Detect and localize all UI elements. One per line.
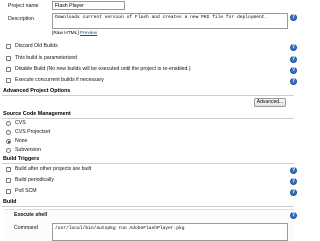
command-textarea[interactable]: /usr/local/bin/autopkg run AdobeFlashPla… [52,223,288,241]
help-icon[interactable]: ? [290,212,297,219]
help-icon[interactable]: ? [290,189,297,196]
trigger-periodically-checkbox[interactable] [6,178,11,183]
build-heading: Build [3,199,17,205]
help-icon[interactable]: ? [290,56,297,63]
help-icon[interactable]: ? [290,67,297,74]
scm-label-subversion: Subversion [15,147,41,153]
trigger-after-other-label: Build after other projects are built [15,166,92,172]
scm-label-none: None [15,138,28,144]
disable-build-label: Disable Build (No new builds will be exe… [15,66,191,72]
parameterized-label: This build is parameterized [15,55,77,61]
trigger-after-other-checkbox[interactable] [6,167,11,172]
disable-build-checkbox[interactable] [6,67,11,72]
project-name-input[interactable]: Flash Player [52,1,125,10]
concurrent-builds-label: Execute concurrent builds if necessary [15,77,104,83]
scm-radio-subversion[interactable] [6,148,11,153]
trigger-periodically-label: Build periodically [15,177,54,183]
discard-old-builds-label: Discard Old Builds [15,43,58,49]
trigger-poll-scm-label: Poll SCM [15,188,37,194]
execute-shell-title: Execute shell [14,212,48,218]
parameterized-checkbox[interactable] [6,56,11,61]
raw-html-links: [Raw HTML] Preview [52,31,97,36]
help-icon[interactable]: ? [290,178,297,185]
scm-radio-cvs-projectset[interactable] [6,130,11,135]
section-divider [2,95,294,96]
raw-html-label: [Raw HTML] [52,31,79,36]
description-textarea[interactable]: Downloads current version of Flash and c… [52,13,288,29]
scm-label-cvs-projectset: CVS Projectset [15,129,51,135]
concurrent-builds-checkbox[interactable] [6,78,11,83]
scm-label-cvs: CVS [15,120,26,126]
preview-link[interactable]: Preview [80,31,97,36]
command-label: Command [14,225,38,231]
section-divider [2,206,294,207]
section-divider [2,163,294,164]
build-triggers-heading: Build Triggers [3,156,40,162]
trigger-poll-scm-checkbox[interactable] [6,189,11,194]
description-label: Description [8,16,34,22]
scm-radio-cvs[interactable] [6,121,11,126]
advanced-options-heading: Advanced Project Options [3,88,71,94]
help-icon[interactable]: ? [290,167,297,174]
help-icon[interactable]: ? [290,14,297,21]
help-icon[interactable]: ? [290,44,297,51]
help-icon[interactable]: ? [290,78,297,85]
section-divider [2,118,294,119]
discard-old-builds-checkbox[interactable] [6,44,11,49]
project-name-label: Project name [8,3,39,9]
scm-radio-none[interactable] [6,139,11,144]
scm-heading: Source Code Management [3,111,71,117]
advanced-button[interactable]: Advanced... [254,98,286,107]
